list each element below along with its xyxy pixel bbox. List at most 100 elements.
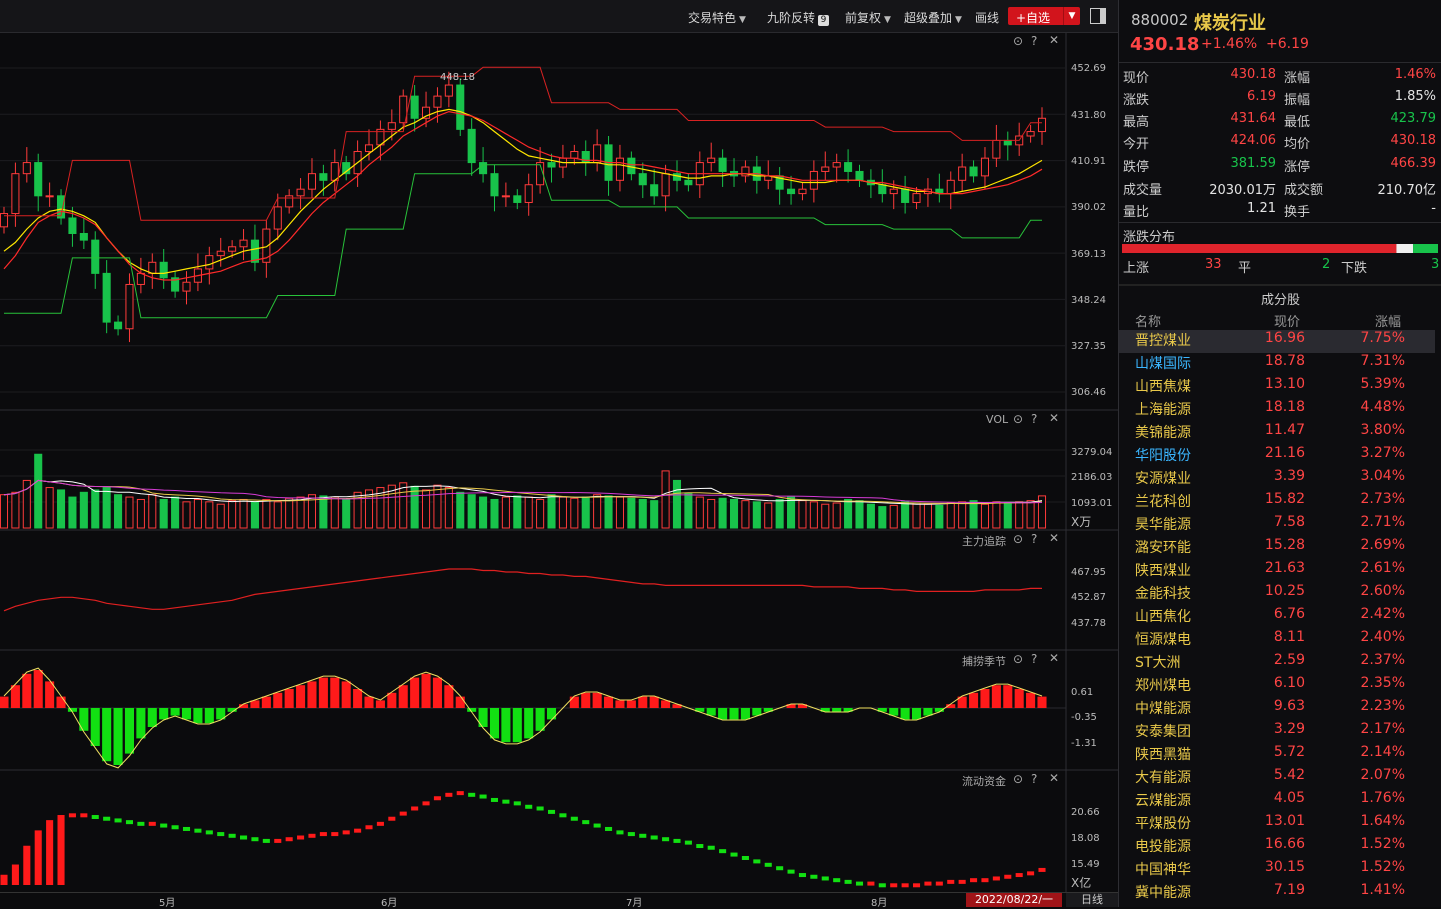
constituent-row[interactable]: 中国神华 30.15 1.52% [1119, 859, 1435, 882]
constituent-row[interactable]: 潞安环能 15.28 2.69% [1119, 537, 1435, 560]
volume-bar [1026, 500, 1035, 529]
chevron-down-icon[interactable]: ▼ [1063, 7, 1080, 25]
season-bar [432, 677, 442, 708]
constituent-row[interactable]: 电投能源 16.66 1.52% [1119, 836, 1435, 859]
quote-row: 最高 431.64 最低 423.79 [1119, 111, 1441, 133]
stock-price: 13.01 [1264, 813, 1305, 829]
season-bar [980, 689, 990, 708]
season-bar [638, 696, 648, 708]
close-icon[interactable]: ✕ [1049, 771, 1059, 785]
constituent-row[interactable]: 中煤能源 9.63 2.23% [1119, 698, 1435, 721]
layout-toggle-icon[interactable] [1090, 8, 1106, 24]
quote-key: 成交量 [1123, 183, 1163, 198]
constituent-row[interactable]: 金能科技 10.25 2.60% [1119, 583, 1435, 606]
volume-bar [878, 506, 887, 529]
flow-marker [502, 799, 510, 804]
candle-body [45, 195, 54, 198]
season-bar [398, 685, 408, 708]
quote-key: 今开 [1123, 137, 1150, 152]
volume-bar [581, 496, 590, 529]
flow-marker [992, 876, 1000, 881]
volume-bar [935, 504, 944, 529]
candle-body [901, 188, 910, 203]
settings-icon[interactable]: ⊙ [1013, 34, 1023, 48]
close-icon[interactable]: ✕ [1049, 33, 1059, 47]
volume-bar [729, 498, 739, 529]
col-price-header[interactable]: 现价 [1274, 311, 1300, 330]
up-down-distribution-bar [1122, 244, 1438, 253]
up-label: 上涨 [1123, 261, 1150, 276]
adjust-menu[interactable]: 前复权 ▼ [845, 9, 891, 26]
stock-change: 2.40% [1360, 629, 1405, 645]
flow-marker [1004, 874, 1012, 879]
help-icon[interactable]: ? [1031, 772, 1037, 786]
stock-change: 2.23% [1360, 698, 1405, 714]
constituent-row[interactable]: 郑州煤电 6.10 2.35% [1119, 675, 1435, 698]
nine-turn-menu[interactable]: 九阶反转 9 [767, 9, 830, 26]
help-icon[interactable]: ? [1031, 34, 1037, 48]
overlay-menu[interactable]: 超级叠加 ▼ [904, 9, 962, 26]
close-icon[interactable]: ✕ [1049, 531, 1059, 545]
constituent-row[interactable]: 晋控煤业 16.96 7.75% [1119, 330, 1435, 353]
constituent-row[interactable]: 云煤能源 4.05 1.76% [1119, 790, 1435, 813]
constituent-row[interactable]: 华阳股份 21.16 3.27% [1119, 445, 1435, 468]
candle-body [638, 173, 647, 186]
constituent-row[interactable]: 陕西黑猫 5.72 2.14% [1119, 744, 1435, 767]
add-favorite-button[interactable]: +自选 ▼ [1008, 7, 1080, 25]
stock-change: 5.39% [1360, 376, 1405, 392]
constituent-row[interactable]: 安源煤业 3.39 3.04% [1119, 468, 1435, 491]
settings-icon[interactable]: ⊙ [1013, 532, 1023, 546]
season-bar [330, 677, 340, 708]
flow-marker [411, 806, 419, 811]
settings-icon[interactable]: ⊙ [1013, 412, 1023, 426]
index-code: 880002 [1131, 11, 1189, 29]
flow-marker [433, 796, 441, 801]
col-change-header[interactable]: 涨幅 [1375, 311, 1401, 330]
draw-line-button[interactable]: 画线 [975, 9, 999, 26]
help-icon[interactable]: ? [1031, 412, 1037, 426]
constituent-row[interactable]: 冀中能源 7.19 1.41% [1119, 882, 1435, 905]
season-bar [832, 708, 842, 712]
help-icon[interactable]: ? [1031, 652, 1037, 666]
constituent-row[interactable]: 山煤国际 18.78 7.31% [1119, 353, 1435, 376]
flow-marker [582, 820, 590, 825]
constituent-row[interactable]: 陕西煤业 21.63 2.61% [1119, 560, 1435, 583]
constituent-row[interactable]: 昊华能源 7.58 2.71% [1119, 514, 1435, 537]
season-bar [318, 677, 328, 708]
quote-value: 1.85% [1394, 89, 1436, 104]
period-selector[interactable]: 日线 [1066, 893, 1118, 907]
constituent-row[interactable]: ST大洲 2.59 2.37% [1119, 652, 1435, 675]
col-name-header[interactable]: 名称 [1135, 311, 1161, 330]
flow-marker [684, 840, 692, 845]
constituent-row[interactable]: 大有能源 5.42 2.07% [1119, 767, 1435, 790]
constituent-row[interactable]: 山西焦煤 13.10 5.39% [1119, 376, 1435, 399]
stock-change: 2.42% [1360, 606, 1405, 622]
trading-feature-menu[interactable]: 交易特色 ▼ [688, 9, 746, 26]
constituent-row[interactable]: 上海能源 18.18 4.48% [1119, 399, 1435, 422]
season-bar [56, 696, 66, 708]
settings-icon[interactable]: ⊙ [1013, 772, 1023, 786]
stock-change: 2.73% [1360, 491, 1405, 507]
volume-bar [775, 498, 784, 529]
constituent-row[interactable]: 恒源煤电 8.11 2.40% [1119, 629, 1435, 652]
constituent-row[interactable]: 美锦能源 11.47 3.80% [1119, 422, 1435, 445]
flow-marker [376, 821, 384, 826]
settings-icon[interactable]: ⊙ [1013, 652, 1023, 666]
constituent-row[interactable]: 兰花科创 15.82 2.73% [1119, 491, 1435, 514]
constituent-row[interactable]: 山西焦化 6.76 2.42% [1119, 606, 1435, 629]
help-icon[interactable]: ? [1031, 532, 1037, 546]
kline-chart-area[interactable] [0, 0, 1118, 907]
constituent-row[interactable]: 平煤股份 13.01 1.64% [1119, 813, 1435, 836]
constituent-row[interactable]: 安泰集团 3.29 2.17% [1119, 721, 1435, 744]
quote-row: 量比 1.21 换手 - [1119, 201, 1441, 223]
flow-marker [673, 838, 681, 843]
quote-key: 最高 [1123, 115, 1150, 130]
vol-panel-label: VOL [986, 413, 1009, 426]
close-icon[interactable]: ✕ [1049, 651, 1059, 665]
quote-key: 现价 [1123, 71, 1150, 86]
flow-marker [160, 823, 168, 828]
quote-panel: 880002 煤炭行业 430.18 +1.46% +6.19 现价 430.18… [1118, 0, 1441, 907]
season-bar [911, 708, 922, 720]
volume-bar [798, 500, 807, 529]
close-icon[interactable]: ✕ [1049, 411, 1059, 425]
